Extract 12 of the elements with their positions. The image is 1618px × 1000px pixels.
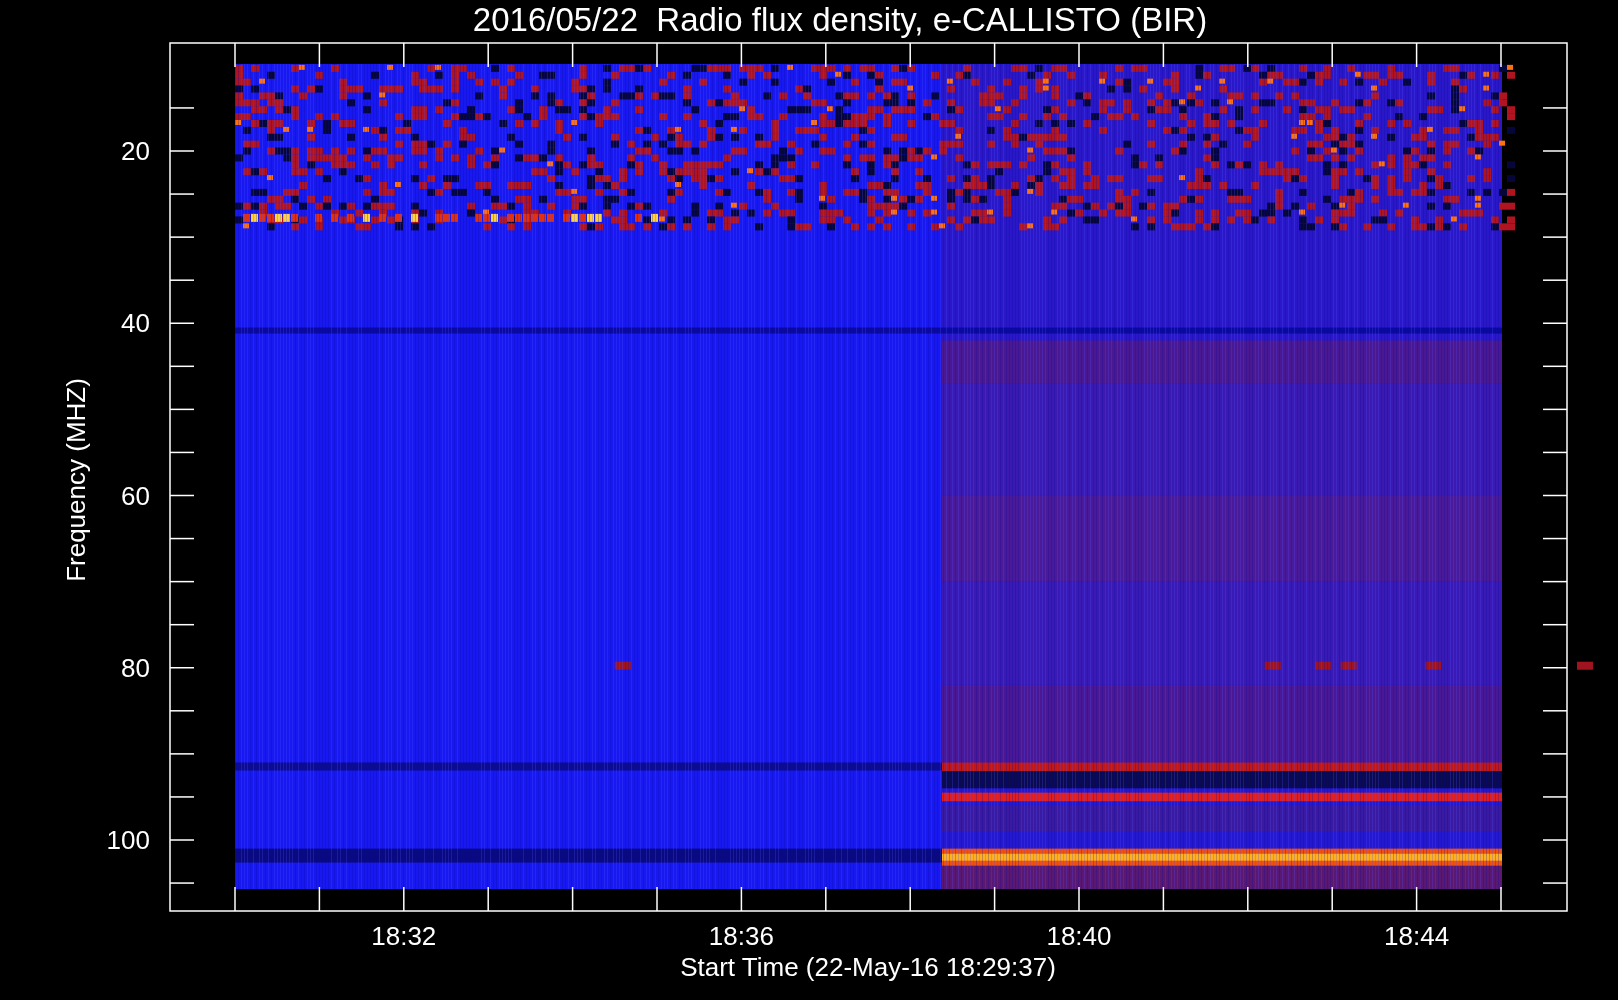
y-axis-label: Frequency (MHZ) bbox=[61, 378, 91, 582]
y-tick-label: 80 bbox=[121, 652, 150, 683]
y-tick-label: 100 bbox=[106, 825, 150, 855]
y-tick-label: 20 bbox=[121, 136, 150, 166]
x-tick-label: 18:36 bbox=[708, 921, 774, 951]
x-tick-label: 18:32 bbox=[371, 921, 437, 951]
y-tick-label: 60 bbox=[121, 480, 150, 511]
y-tick-label: 40 bbox=[121, 308, 150, 339]
chart-title: 2016/05/22 Radio flux density, e-CALLISTO (BIR) bbox=[472, 1, 1208, 38]
x-tick-label: 18:40 bbox=[1046, 921, 1112, 951]
x-tick-label: 18:44 bbox=[1384, 921, 1450, 951]
x-axis-label: Start Time (22-May-16 18:29:37) bbox=[680, 952, 1056, 982]
